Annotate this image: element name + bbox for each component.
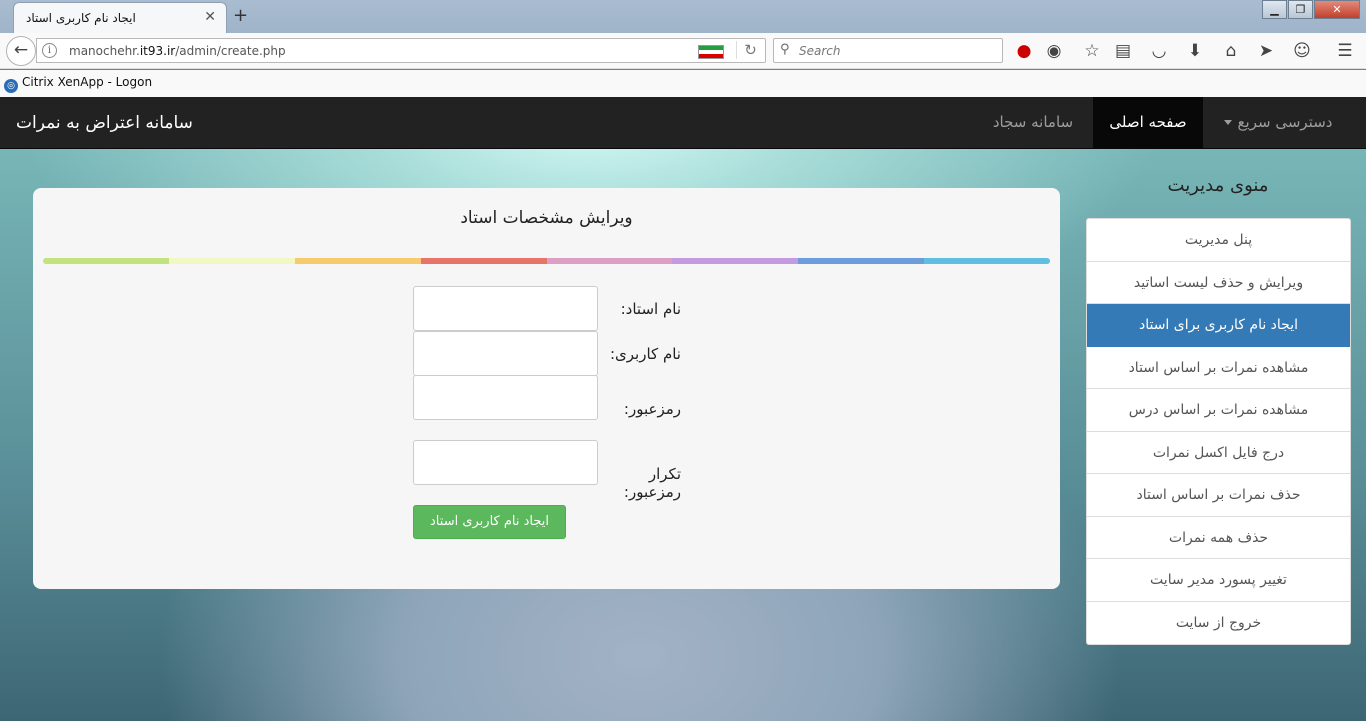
rainbow-segment [168, 258, 295, 264]
bookmark-citrix[interactable]: ◎ Citrix XenApp - Logon [4, 75, 152, 93]
search-icon: ⚲ [780, 42, 790, 57]
record-icon[interactable]: ● [1013, 41, 1035, 61]
sidebar-item[interactable]: مشاهده نمرات بر اساس درس [1087, 389, 1350, 432]
menu-icon[interactable]: ☰ [1334, 41, 1356, 61]
site-navbar: سامانه اعتراض به نمرات سامانه سجاد صفحه … [0, 97, 1366, 149]
sidebar-item[interactable]: حذف نمرات بر اساس استاد [1087, 474, 1350, 517]
teacher-name-label: نام استاد: [620, 300, 681, 318]
rainbow-segment [672, 258, 799, 264]
sidebar-item[interactable]: درج فایل اکسل نمرات [1087, 432, 1350, 474]
create-teacher-button[interactable]: ایجاد نام کاربری استاد [413, 505, 566, 539]
sidebar-item[interactable]: پنل مدیریت [1087, 219, 1350, 262]
panel-title: ویرایش مشخصات استاد [460, 208, 633, 228]
home-icon[interactable]: ⌂ [1220, 41, 1242, 61]
maximize-icon[interactable]: ❐ [1288, 0, 1313, 19]
password-input[interactable] [413, 375, 598, 420]
nav-quick-access[interactable]: دسترسی سریع [1203, 97, 1353, 148]
caret-down-icon [1223, 120, 1232, 125]
url-bar[interactable]: i manochehr.it93.ir/admin/create.php ↻ [36, 38, 766, 63]
new-tab-icon[interactable]: + [233, 5, 248, 26]
nav-sajjad[interactable]: سامانه سجاد [974, 97, 1092, 148]
reload-icon[interactable]: ↻ [736, 41, 764, 59]
addon-icon[interactable]: ◉ [1043, 41, 1065, 61]
search-placeholder: Search [799, 44, 841, 58]
browser-titlebar: ایجاد نام کاربری استاد ✕ + ▁ ❐ ✕ [0, 0, 1366, 34]
tab-title: ایجاد نام کاربری استاد [26, 11, 136, 25]
rainbow-divider [43, 258, 1050, 264]
password-label: رمزعبور: [623, 400, 681, 418]
sidebar-menu: پنل مدیریت ویرایش و حذف لیست اساتید ایجاد … [1086, 218, 1351, 645]
sidebar-item[interactable]: تغییر پسورد مدیر سایت [1087, 559, 1350, 602]
sidebar-item[interactable]: ویرایش و حذف لیست اساتید [1087, 262, 1350, 304]
send-icon[interactable]: ➤ [1255, 41, 1277, 61]
emoji-icon[interactable]: ☺ [1291, 41, 1313, 61]
password-repeat-label: تکرار رمزعبور: [623, 465, 681, 501]
download-icon[interactable]: ⬇ [1184, 41, 1206, 61]
url-text: manochehr.it93.ir/admin/create.php [69, 44, 286, 58]
search-box[interactable]: ⚲ Search [773, 38, 1003, 63]
sidebar-item[interactable]: ایجاد نام کاربری برای استاد [1087, 304, 1350, 347]
browser-tab[interactable]: ایجاد نام کاربری استاد ✕ [13, 2, 227, 34]
site-brand[interactable]: سامانه اعتراض به نمرات [16, 113, 193, 133]
rainbow-segment [546, 258, 673, 264]
browser-toolbar: i manochehr.it93.ir/admin/create.php ↻ ←… [0, 33, 1366, 69]
citrix-icon: ◎ [4, 79, 18, 93]
site-info-icon[interactable]: i [42, 43, 57, 58]
minimize-icon[interactable]: ▁ [1262, 0, 1287, 19]
sidebar-item[interactable]: حذف همه نمرات [1087, 517, 1350, 559]
tab-close-icon[interactable]: ✕ [204, 9, 216, 25]
username-input[interactable] [413, 331, 598, 376]
nav-home[interactable]: صفحه اصلی [1093, 97, 1203, 148]
iran-flag-icon [698, 45, 724, 59]
nav-quick-access-label: دسترسی سریع [1237, 113, 1333, 131]
sidebar-item[interactable]: خروج از سایت [1087, 602, 1350, 645]
rainbow-segment [294, 258, 421, 264]
rainbow-segment [420, 258, 547, 264]
close-window-icon[interactable]: ✕ [1314, 0, 1360, 19]
password-repeat-input[interactable] [413, 440, 598, 485]
reading-list-icon[interactable]: ▤ [1112, 41, 1134, 61]
rainbow-segment [43, 258, 169, 264]
form-panel: ویرایش مشخصات استاد نام استاد: نام کاربر… [33, 188, 1060, 589]
rainbow-segment [798, 258, 925, 264]
pocket-icon[interactable]: ◡ [1148, 41, 1170, 61]
back-button[interactable]: ← [6, 36, 36, 66]
page-content: سامانه اعتراض به نمرات سامانه سجاد صفحه … [0, 97, 1366, 721]
bookmarks-bar: ◎ Citrix XenApp - Logon [0, 70, 1366, 97]
username-label: نام کاربری: [609, 345, 681, 363]
sidebar-item[interactable]: مشاهده نمرات بر اساس استاد [1087, 347, 1350, 389]
sidebar-title: منوی مدیریت [1167, 175, 1269, 196]
teacher-name-input[interactable] [413, 286, 598, 331]
bookmark-star-icon[interactable]: ☆ [1081, 41, 1103, 61]
rainbow-segment [924, 258, 1050, 264]
